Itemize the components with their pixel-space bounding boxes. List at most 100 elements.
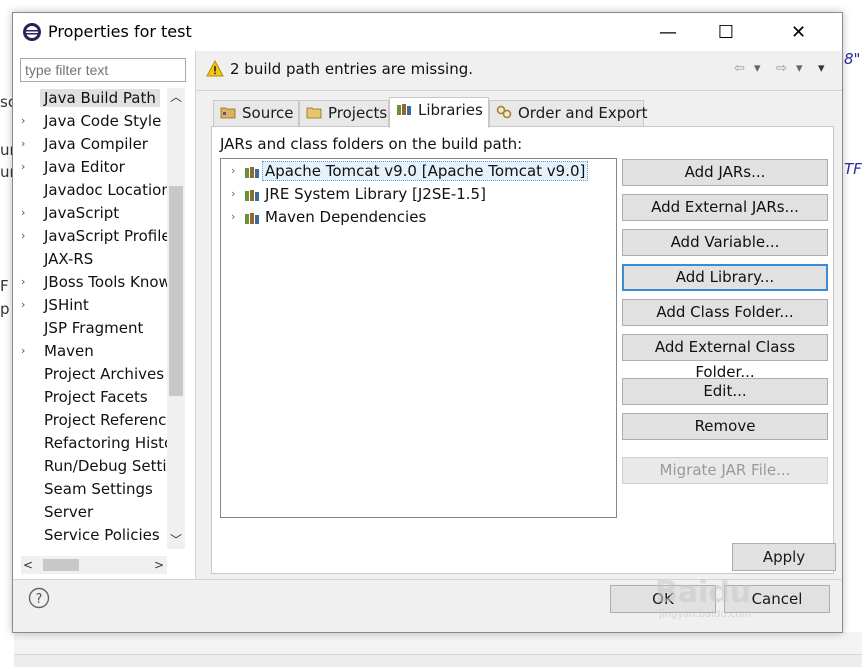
scroll-thumb[interactable] — [169, 186, 183, 396]
remove-button[interactable]: Remove — [622, 413, 828, 440]
category-item[interactable]: Refactoring History — [21, 433, 167, 456]
category-horizontal-scrollbar[interactable]: < > — [21, 556, 167, 574]
library-row[interactable]: › Apache Tomcat v9.0 [Apache Tomcat v9.0… — [221, 161, 616, 183]
category-item[interactable]: Java Build Path — [21, 88, 167, 111]
category-label: Maven — [44, 342, 94, 360]
add-external-jars-button[interactable]: Add External JARs... — [622, 194, 828, 221]
category-item[interactable]: Project Archives — [21, 364, 167, 387]
migrate-jar-button: Migrate JAR File... — [622, 457, 828, 484]
category-item[interactable]: JAX-RS — [21, 249, 167, 272]
category-item[interactable]: Service Policies — [21, 525, 167, 548]
watermark-url: jingyan.baidu.com — [659, 609, 752, 620]
tab-libraries[interactable]: Libraries — [389, 97, 489, 128]
category-label: Server — [44, 503, 94, 521]
chevron-right-icon[interactable]: › — [21, 298, 33, 311]
library-icon — [245, 213, 259, 224]
baidu-watermark: Baidu jingyan.baidu.com — [655, 575, 785, 625]
background-fragment: p — [0, 300, 10, 318]
category-item[interactable]: › Java Code Style — [21, 111, 167, 134]
chevron-right-icon[interactable]: › — [21, 344, 33, 357]
close-button[interactable]: ✕ — [755, 13, 842, 51]
chevron-up-icon[interactable]: ︿ — [167, 88, 185, 106]
view-menu-icon[interactable]: ▾ — [818, 61, 825, 76]
chevron-right-icon[interactable]: › — [231, 187, 235, 200]
forward-arrow-icon[interactable]: ⇨ — [776, 61, 787, 76]
category-label: JAX-RS — [44, 250, 94, 268]
chevron-left-icon[interactable]: < — [23, 556, 33, 574]
category-item[interactable]: › JSHint — [21, 295, 167, 318]
category-item[interactable]: › Maven — [21, 341, 167, 364]
add-library-button[interactable]: Add Library... — [622, 264, 828, 291]
chevron-right-icon[interactable]: › — [21, 275, 33, 288]
filter-input[interactable] — [20, 58, 186, 82]
chevron-right-icon[interactable]: › — [231, 210, 235, 223]
chevron-right-icon[interactable]: › — [231, 164, 235, 177]
library-label: Maven Dependencies — [265, 208, 427, 226]
back-arrow-icon[interactable]: ⇦ — [734, 61, 745, 76]
category-item[interactable]: Seam Settings — [21, 479, 167, 502]
chevron-right-icon[interactable]: › — [21, 229, 33, 242]
tab-label: Source — [242, 104, 294, 122]
category-item[interactable]: › JavaScript Profile — [21, 226, 167, 249]
category-item[interactable]: › JBoss Tools Knowledge — [21, 272, 167, 295]
category-vertical-scrollbar[interactable]: ︿ ﹀ — [167, 88, 185, 549]
tab-label: Projects — [328, 104, 388, 122]
libraries-tab-panel: JARs and class folders on the build path… — [211, 126, 834, 574]
tab-order-and-export[interactable]: Order and Export — [489, 100, 648, 128]
category-label: Project Facets — [44, 388, 148, 406]
properties-page: 2 build path entries are missing. ⇦ ▾ ⇨ … — [197, 51, 842, 579]
minimize-icon: — — [659, 21, 677, 43]
category-item[interactable]: Server — [21, 502, 167, 525]
library-row[interactable]: › JRE System Library [J2SE-1.5] — [221, 184, 616, 206]
category-item[interactable]: › Java Editor — [21, 157, 167, 180]
category-tree: Java Build Path › Java Code Style › Java Com… — [21, 88, 167, 549]
maximize-button[interactable]: ☐ — [697, 13, 755, 51]
category-label: Java Code Style — [44, 112, 162, 130]
category-item[interactable]: Javadoc Location — [21, 180, 167, 203]
chevron-down-icon[interactable]: ▾ — [754, 61, 761, 76]
library-row[interactable]: › Maven Dependencies — [221, 207, 616, 229]
dialog-title: Properties for test — [48, 22, 192, 41]
add-variable-button[interactable]: Add Variable... — [622, 229, 828, 256]
maximize-icon: ☐ — [717, 21, 735, 43]
add-jars-button[interactable]: Add JARs... — [622, 159, 828, 186]
category-item[interactable]: JSP Fragment — [21, 318, 167, 341]
add-class-folder-button[interactable]: Add Class Folder... — [622, 299, 828, 326]
apply-button[interactable]: Apply — [732, 543, 836, 571]
library-label: JRE System Library [J2SE-1.5] — [265, 185, 486, 203]
edit-button[interactable]: Edit... — [622, 378, 828, 405]
status-message: 2 build path entries are missing. — [230, 60, 473, 78]
tab-source[interactable]: Source — [213, 100, 299, 128]
library-icon — [245, 167, 259, 178]
category-pane: Java Build Path › Java Code Style › Java Com… — [13, 51, 196, 579]
category-item[interactable]: Project Facets — [21, 387, 167, 410]
chevron-right-icon[interactable]: › — [21, 137, 33, 150]
properties-dialog: Properties for test — ☐ ✕ Java Build Pat… — [12, 12, 843, 633]
category-label: JBoss Tools Knowledge — [44, 273, 167, 291]
chevron-right-icon[interactable]: > — [154, 556, 164, 574]
category-item[interactable]: Run/Debug Settings — [21, 456, 167, 479]
tab-projects[interactable]: Projects — [299, 100, 389, 128]
category-label: JavaScript Profile — [44, 227, 167, 245]
category-item[interactable]: Project References — [21, 410, 167, 433]
background-fragment: F — [0, 277, 9, 295]
chevron-right-icon[interactable]: › — [21, 160, 33, 173]
eclipse-icon — [23, 23, 41, 41]
help-icon[interactable]: ? — [28, 587, 50, 609]
source-folder-icon — [220, 107, 236, 119]
background-fragment: 8" — [844, 50, 861, 68]
chevron-right-icon[interactable]: › — [21, 114, 33, 127]
background-editor-right: 8" TF — [842, 0, 862, 667]
background-editor-bottom — [14, 632, 862, 667]
category-label: Run/Debug Settings — [44, 457, 167, 475]
chevron-down-icon[interactable]: ▾ — [796, 61, 803, 76]
category-item[interactable]: › JavaScript — [21, 203, 167, 226]
category-item[interactable]: › Java Compiler — [21, 134, 167, 157]
library-tree[interactable]: › Apache Tomcat v9.0 [Apache Tomcat v9.0… — [220, 158, 617, 518]
minimize-button[interactable]: — — [639, 13, 697, 51]
background-fragment: TF — [844, 160, 862, 178]
chevron-right-icon[interactable]: › — [21, 206, 33, 219]
add-external-class-folder-button[interactable]: Add External Class Folder... — [622, 334, 828, 381]
chevron-down-icon[interactable]: ﹀ — [167, 531, 185, 549]
scroll-thumb[interactable] — [43, 559, 79, 571]
